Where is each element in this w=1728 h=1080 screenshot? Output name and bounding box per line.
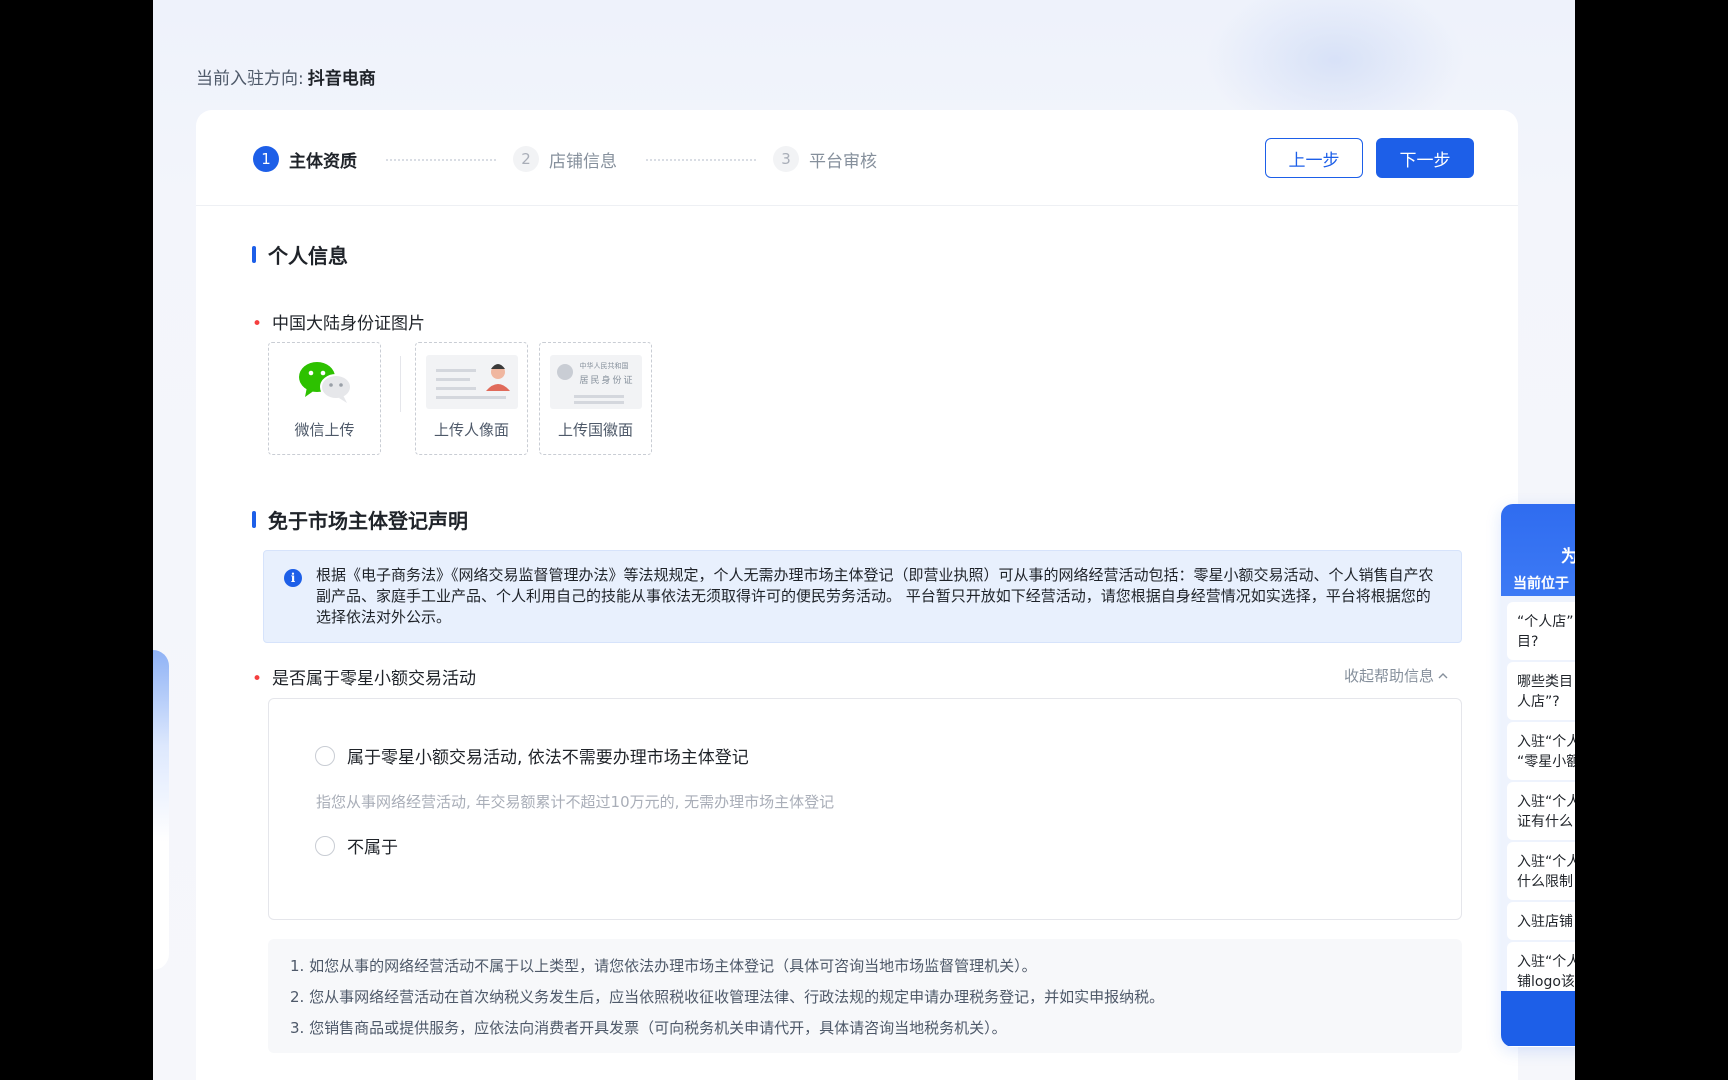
- step-label: 店铺信息: [549, 151, 617, 172]
- prev-step-button[interactable]: 上一步: [1265, 138, 1363, 178]
- emblem-circle: [556, 364, 573, 380]
- radio-label: 不属于: [347, 838, 398, 858]
- radio-option-not-small-trade[interactable]: 不属于: [315, 833, 398, 858]
- info-icon: i: [284, 569, 302, 587]
- section-title-text: 免于市场主体登记声明: [268, 509, 468, 533]
- upload-caption: 上传国徽面: [557, 421, 633, 439]
- collapse-help-text: 收起帮助信息: [1344, 667, 1435, 685]
- upload-emblem-button[interactable]: 中华人民共和国 居民身份证 上传国徽面: [539, 342, 652, 455]
- id-emblem-icon: 中华人民共和国 居民身份证: [549, 355, 642, 409]
- help-panel-title: 为你: [1561, 547, 1575, 567]
- help-item-line: 目?: [1517, 634, 1539, 650]
- step-number: 1: [253, 146, 279, 172]
- left-side-decoration: [153, 650, 169, 970]
- help-item-line: 人店”?: [1517, 694, 1560, 710]
- help-item-line: 入驻店铺: [1517, 914, 1573, 930]
- form-card: 1 主体资质 2 店铺信息 3 平台审核 上一步 下一步 个人信息 • 中国大陆身…: [196, 110, 1518, 1080]
- radio-description: 指您从事网络经营活动, 年交易额累计不超过10万元的, 无需办理市场主体登记: [316, 793, 835, 811]
- page-viewport: 当前入驻方向: 抖音电商 1 主体资质 2 店铺信息 3 平台审核 上一步 下一步…: [153, 0, 1575, 1080]
- section-title-text: 个人信息: [268, 244, 348, 268]
- help-item[interactable]: 入驻“个人什么限制: [1507, 842, 1575, 900]
- help-item[interactable]: 入驻店铺: [1507, 902, 1575, 940]
- upload-caption: 微信上传: [294, 421, 355, 439]
- help-panel-subtitle: 当前位于: [1513, 576, 1569, 592]
- help-item-line: 铺logo该: [1517, 974, 1575, 990]
- small-trade-question: • 是否属于零星小额交易活动: [252, 664, 476, 689]
- steps-bar: 1 主体资质 2 店铺信息 3 平台审核 上一步 下一步: [196, 110, 1518, 206]
- upload-divider: [400, 356, 401, 412]
- wechat-icon: [298, 362, 352, 403]
- wechat-upload-button[interactable]: 微信上传: [268, 342, 381, 455]
- help-item-line: 入驻“个人: [1517, 794, 1575, 810]
- section-title-personal: 个人信息: [252, 240, 348, 269]
- required-mark: •: [252, 314, 263, 334]
- note-item: 1. 如您从事的网络经营活动不属于以上类型，请您依法办理市场主体登记（具体可咨询…: [290, 957, 1037, 975]
- help-item-line: 证有什么: [1517, 814, 1573, 830]
- collapse-help-link[interactable]: 收起帮助信息: [1344, 665, 1448, 686]
- section-title-exempt: 免于市场主体登记声明: [252, 505, 468, 534]
- notes-box: 1. 如您从事的网络经营活动不属于以上类型，请您依法办理市场主体登记（具体可咨询…: [268, 939, 1462, 1053]
- emblem-card-line-1: 中华人民共和国: [579, 362, 629, 370]
- help-item-line: 入驻“个人: [1517, 954, 1575, 970]
- radio-label: 属于零星小额交易活动, 依法不需要办理市场主体登记: [347, 748, 749, 768]
- legal-notice: i 根据《电子商务法》《网络交易监督管理办法》等法规规定，个人无需办理市场主体登…: [263, 550, 1462, 643]
- help-list: “个人店” 目? 哪些类目 人店”? 入驻“个人 “零星小额 入驻“个人 证有什么 入驻…: [1501, 596, 1575, 1046]
- entry-direction: 当前入驻方向: 抖音电商: [196, 64, 376, 89]
- step-connector: [386, 159, 496, 161]
- help-item[interactable]: 入驻“个人 “零星小额: [1507, 722, 1575, 780]
- step-1: 1 主体资质: [253, 146, 357, 172]
- emblem-card-rule: [573, 395, 624, 398]
- help-item-line: 入驻“个人: [1517, 734, 1575, 750]
- step-label: 平台审核: [809, 151, 877, 172]
- help-item[interactable]: 入驻“个人证有什么: [1507, 782, 1575, 840]
- step-3: 3 平台审核: [773, 146, 877, 172]
- radio-group: 属于零星小额交易活动, 依法不需要办理市场主体登记 指您从事网络经营活动, 年交…: [268, 698, 1462, 920]
- chevron-up-icon: [1438, 672, 1448, 678]
- help-item-line: 入驻“个人: [1517, 854, 1575, 870]
- help-item-line: “个人店”: [1517, 614, 1574, 630]
- help-item[interactable]: “个人店” 目?: [1507, 602, 1575, 660]
- step-connector: [646, 159, 756, 161]
- help-item-line: 哪些类目: [1517, 674, 1573, 690]
- help-panel: 为你 当前位于 “个人店” 目? 哪些类目人店”? 入驻“个人 “零星小额 入驻“个…: [1501, 504, 1575, 1047]
- next-step-button[interactable]: 下一步: [1376, 138, 1474, 178]
- emblem-card-line-2: 居民身份证: [579, 376, 635, 386]
- note-item: 2. 您从事网络经营活动在首次纳税义务发生后，应当依照税收征收管理法律、行政法规…: [290, 988, 1165, 1006]
- step-2: 2 店铺信息: [513, 146, 617, 172]
- direction-value: 抖音电商: [307, 69, 376, 89]
- required-mark: •: [252, 669, 263, 689]
- radio-circle[interactable]: [315, 835, 335, 856]
- help-item-line: 什么限制: [1517, 874, 1573, 890]
- step-number: 3: [773, 146, 799, 172]
- id-portrait-icon: [425, 355, 518, 409]
- notice-text: 根据《电子商务法》《网络交易监督管理办法》等法规规定，个人无需办理市场主体登记（…: [316, 566, 1434, 626]
- help-item-line: “零星小额: [1517, 754, 1575, 770]
- help-panel-footer-button[interactable]: [1501, 991, 1575, 1046]
- help-panel-header: 为你 当前位于: [1501, 504, 1575, 596]
- emblem-card-rule: [573, 401, 624, 404]
- help-item[interactable]: 哪些类目人店”?: [1507, 662, 1575, 720]
- field-label-text: 中国大陆身份证图片: [272, 314, 426, 334]
- note-item: 3. 您销售商品或提供服务，应依法向消费者开具发票（可向税务机关申请代开，具体请…: [290, 1019, 1007, 1037]
- upload-caption: 上传人像面: [433, 421, 509, 439]
- step-number: 2: [513, 146, 539, 172]
- direction-label: 当前入驻方向:: [196, 69, 304, 89]
- upload-portrait-button[interactable]: 上传人像面: [415, 342, 528, 455]
- radio-circle[interactable]: [315, 745, 335, 766]
- id-photo-label: • 中国大陆身份证图片: [252, 309, 425, 334]
- step-label: 主体资质: [289, 151, 357, 172]
- field-label-text: 是否属于零星小额交易活动: [272, 669, 477, 689]
- radio-option-small-trade[interactable]: 属于零星小额交易活动, 依法不需要办理市场主体登记: [315, 743, 749, 768]
